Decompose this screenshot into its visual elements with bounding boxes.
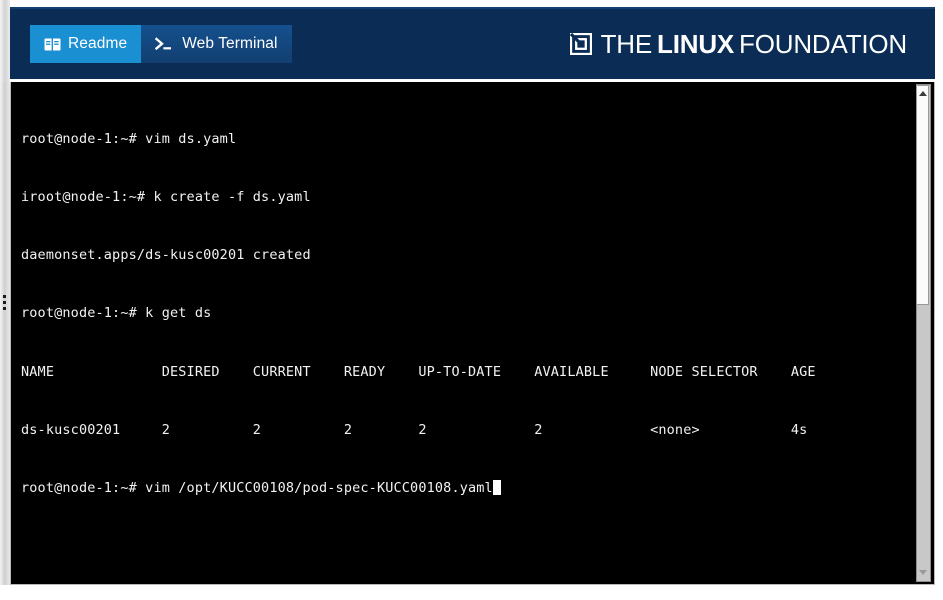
terminal-prompt-text: root@node-1:~# vim /opt/KUCC00108/pod-sp…: [21, 480, 493, 497]
tab-readme[interactable]: Readme: [30, 25, 142, 63]
book-icon: [44, 38, 61, 51]
app-header: Readme Web Terminal THE LINUX FOUNDATION: [10, 7, 935, 79]
brand-text: THE LINUX FOUNDATION: [600, 28, 908, 60]
terminal-line: root@node-1:~# vim ds.yaml: [21, 130, 237, 147]
bottom-edge: [0, 585, 943, 600]
tab-web-terminal-label: Web Terminal: [182, 35, 278, 52]
terminal-line: root@node-1:~# k get ds: [21, 305, 212, 322]
linux-foundation-logo: THE LINUX FOUNDATION: [569, 28, 908, 60]
scrollbar-up-arrow[interactable]: [916, 86, 929, 101]
brand-foundation: FOUNDATION: [739, 28, 907, 59]
brand-the: THE: [600, 28, 653, 59]
terminal-line: iroot@node-1:~# k create -f ds.yaml: [21, 189, 311, 206]
terminal-table-row: ds-kusc00201 2 2 2 2 2 <none> 4s: [21, 421, 808, 438]
tab-bar: Readme Web Terminal: [30, 25, 292, 63]
scrollbar-down-arrow[interactable]: [916, 565, 929, 580]
web-terminal-app: Readme Web Terminal THE LINUX FOUNDATION…: [0, 0, 943, 600]
drag-handle-dots-icon: [3, 295, 6, 310]
terminal-cursor: [492, 480, 502, 496]
tab-web-terminal[interactable]: Web Terminal: [141, 25, 292, 63]
panel-splitter[interactable]: [0, 82, 10, 585]
linux-foundation-mark-icon: [569, 32, 592, 56]
left-edge-sliver: [0, 0, 10, 82]
triangle-down-icon: [918, 570, 927, 575]
tab-readme-label: Readme: [68, 35, 128, 52]
brand-linux: LINUX: [657, 28, 735, 59]
terminal-line: daemonset.apps/ds-kusc00201 created: [21, 247, 311, 264]
terminal-prompt-line: root@node-1:~# vim /opt/KUCC00108/pod-sp…: [21, 479, 912, 498]
terminal-output[interactable]: root@node-1:~# vim ds.yaml iroot@node-1:…: [11, 82, 912, 584]
scrollbar-thumb[interactable]: [916, 85, 929, 305]
triangle-up-icon: [918, 91, 927, 96]
terminal-scrollbar[interactable]: [915, 84, 932, 582]
terminal-panel: root@node-1:~# vim ds.yaml iroot@node-1:…: [10, 82, 935, 585]
command-prompt-icon: [155, 37, 175, 51]
terminal-table-header: NAME DESIRED CURRENT READY UP-TO-DATE AV…: [21, 363, 816, 380]
